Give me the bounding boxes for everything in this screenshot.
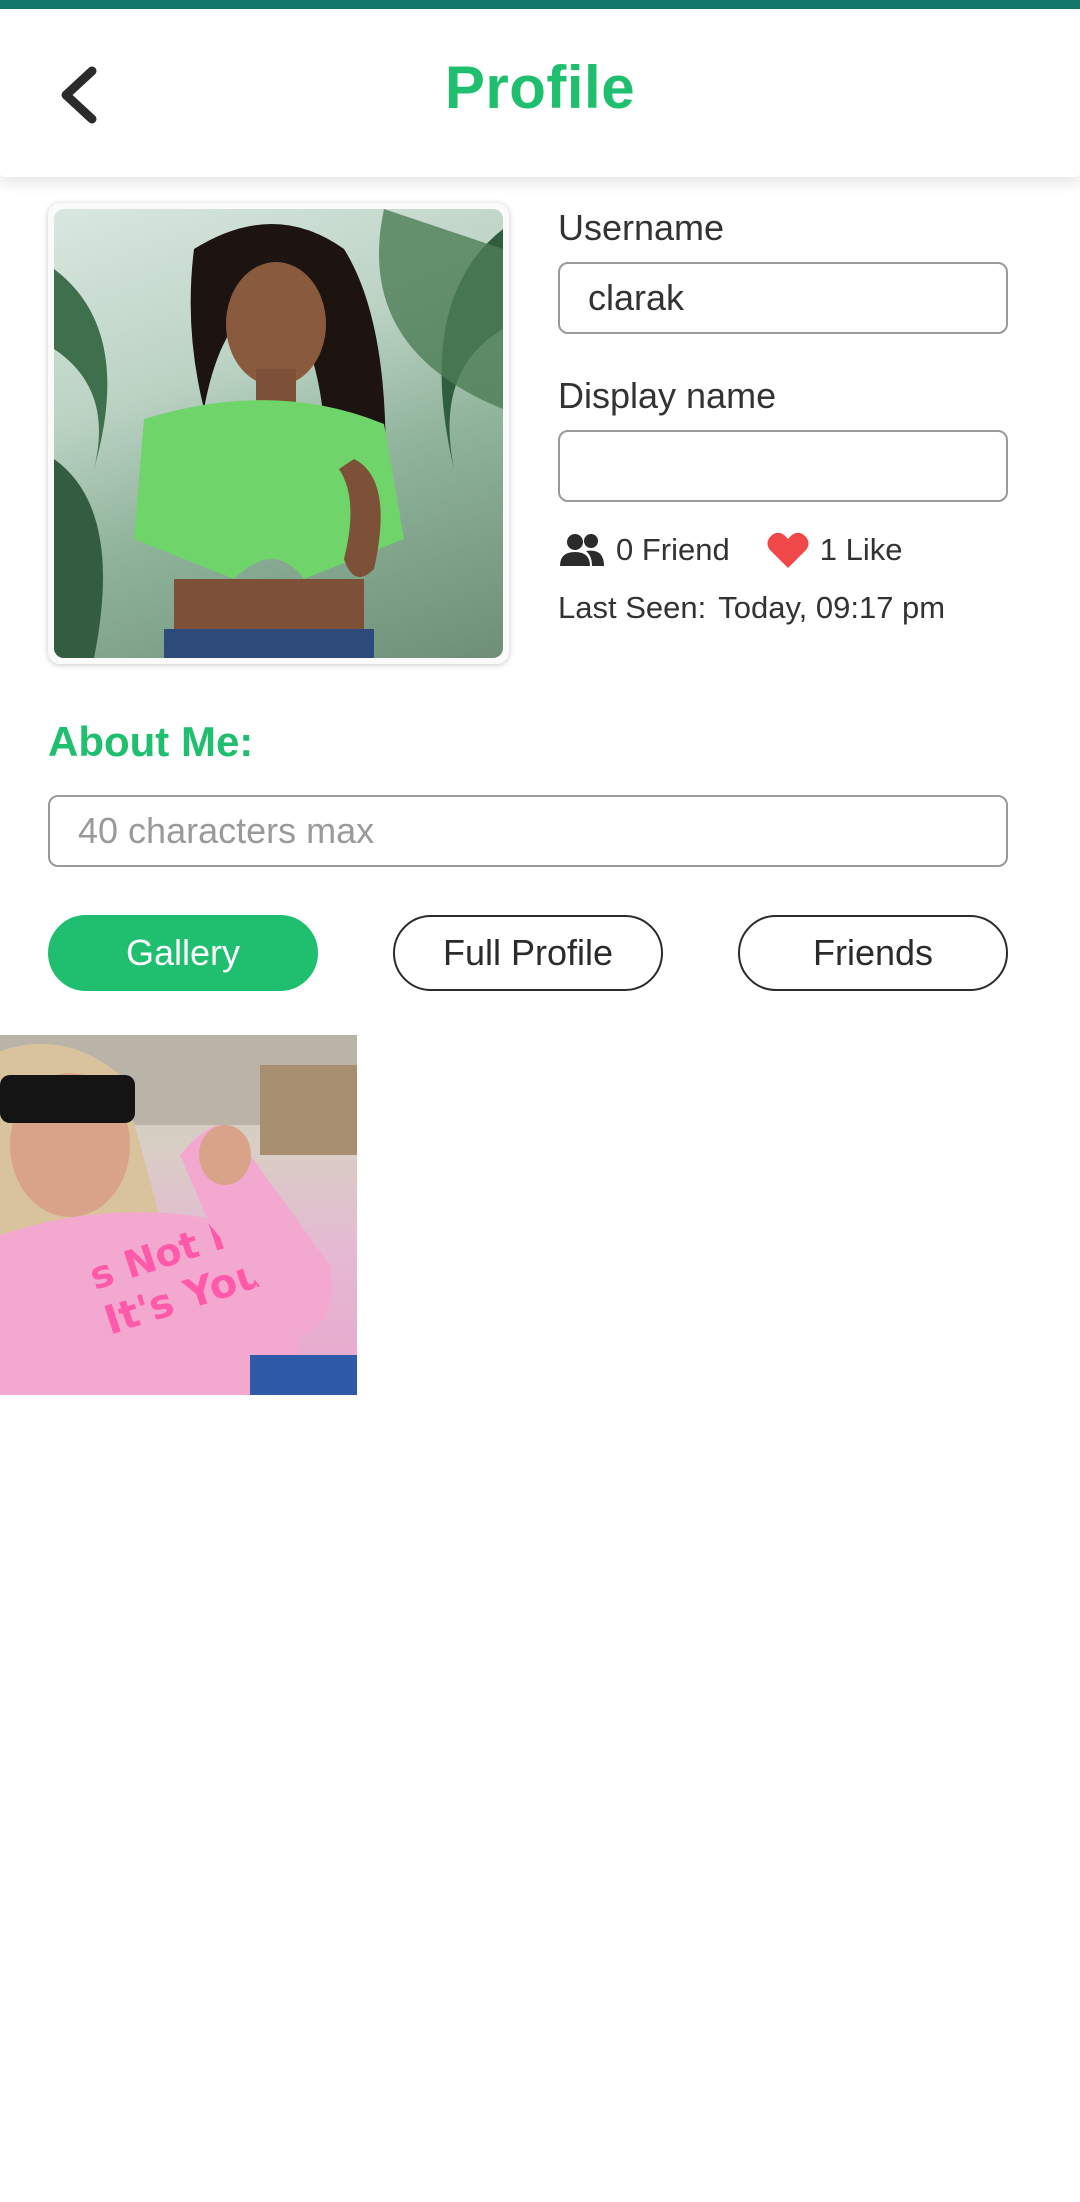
friends-count[interactable]: 0 Friend — [616, 532, 730, 568]
page-title: Profile — [444, 54, 636, 121]
gallery-photo[interactable]: s Not M It's You — [0, 1035, 357, 1395]
profile-photo-image — [54, 209, 503, 658]
username-field[interactable]: clarak — [558, 262, 1008, 334]
tab-gallery[interactable]: Gallery — [48, 915, 318, 991]
status-accent-bar — [0, 0, 1080, 9]
profile-photo[interactable] — [48, 203, 509, 664]
heart-icon — [767, 532, 809, 568]
likes-count[interactable]: 1 Like — [820, 532, 903, 568]
last-seen: Last Seen: Today, 09:17 pm — [558, 590, 945, 626]
profile-photo-illustration — [54, 209, 503, 658]
tab-full-profile[interactable]: Full Profile — [393, 915, 663, 991]
profile-stats: 0 Friend 1 Like — [558, 528, 902, 572]
app-header: Profile — [0, 9, 1080, 177]
display-name-label: Display name — [558, 375, 777, 416]
friends-icon — [560, 534, 604, 566]
gallery-photo-image: s Not M It's You — [0, 1035, 357, 1395]
display-name-field[interactable] — [558, 430, 1008, 502]
about-me-field[interactable]: 40 characters max — [48, 795, 1008, 867]
last-seen-value: Today, 09:17 pm — [718, 590, 946, 625]
last-seen-label: Last Seen: — [558, 590, 707, 625]
tab-friends[interactable]: Friends — [738, 915, 1008, 991]
about-me-title: About Me: — [48, 718, 254, 765]
username-label: Username — [558, 207, 725, 248]
